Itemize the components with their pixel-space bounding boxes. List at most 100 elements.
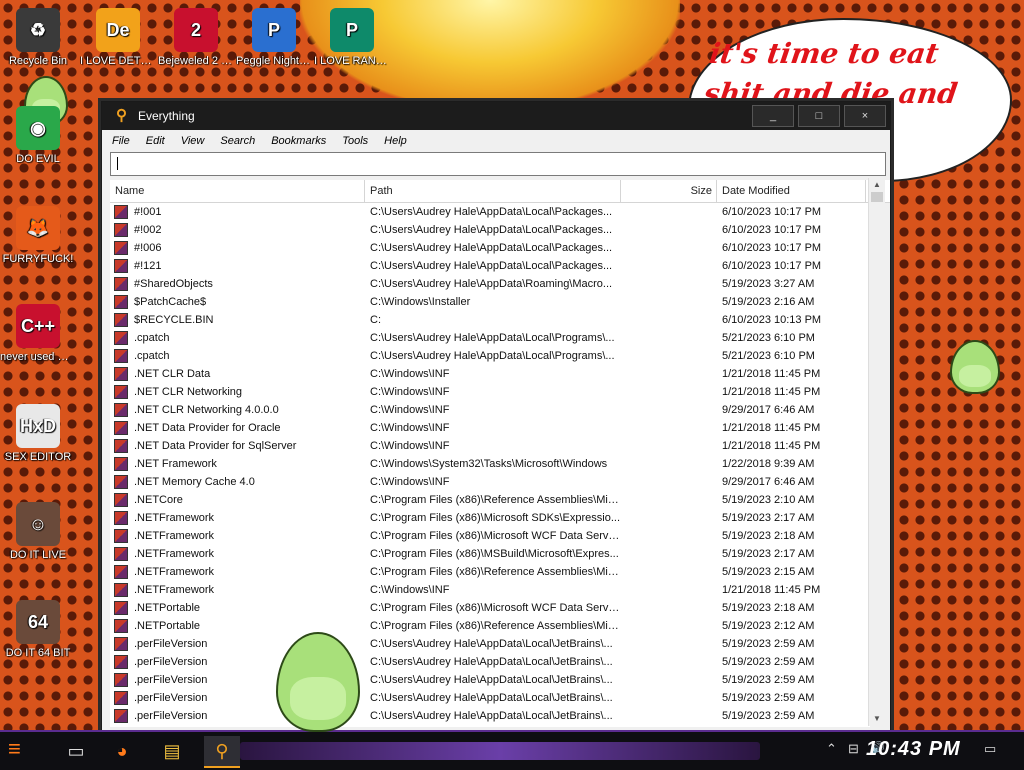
table-row[interactable]: .NET CLR Networking C:\Windows\INF 1/21/20…: [110, 383, 870, 401]
column-size[interactable]: Size: [621, 180, 717, 202]
desktop-icon[interactable]: ☺ DO IT LIVE: [0, 502, 76, 562]
table-row[interactable]: .NET CLR Data C:\Windows\INF 1/21/2018 11:…: [110, 365, 870, 383]
table-row[interactable]: #!006 C:\Users\Audrey Hale\AppData\Local\…: [110, 239, 870, 257]
folder-icon: [114, 673, 128, 687]
table-row[interactable]: .perFileVersion C:\Users\Audrey Hale\AppD…: [110, 707, 870, 725]
table-row[interactable]: .NET Data Provider for Oracle C:\Windows\…: [110, 419, 870, 437]
desktop-icon[interactable]: HxD SEX EDITOR: [0, 404, 76, 464]
search-input[interactable]: [110, 152, 886, 176]
row-name: .perFileVersion: [134, 656, 208, 668]
row-path: C:\Users\Audrey Hale\AppData\Local\JetBr…: [370, 710, 613, 722]
row-name: .cpatch: [134, 332, 170, 344]
table-row[interactable]: .NETPortable C:\Program Files (x86)\Micro…: [110, 599, 870, 617]
table-row[interactable]: .NETFramework C:\Windows\INF 1/21/2018 11:…: [110, 581, 870, 599]
table-row[interactable]: .NET Framework C:\Windows\System32\Tasks\…: [110, 455, 870, 473]
column-date-modified[interactable]: Date Modified: [717, 180, 866, 202]
notifications-icon[interactable]: ▭: [984, 741, 996, 757]
table-row[interactable]: .NET CLR Networking 4.0.0.0 C:\Windows\IN…: [110, 401, 870, 419]
table-row[interactable]: .cpatch C:\Users\Audrey Hale\AppData\Loca…: [110, 347, 870, 365]
folder-icon: [114, 475, 128, 489]
row-date: 6/10/2023 10:13 PM: [722, 314, 822, 326]
table-row[interactable]: .perFileVersion C:\Users\Audrey Hale\AppD…: [110, 671, 870, 689]
vertical-scrollbar[interactable]: ▲ ▼: [868, 178, 885, 726]
table-row[interactable]: #!002 C:\Users\Audrey Hale\AppData\Local\…: [110, 221, 870, 239]
desktop-icon[interactable]: 64 DO IT 64 BIT: [0, 600, 76, 660]
folder-icon: [114, 349, 128, 363]
table-row[interactable]: .perFileVersion C:\Users\Audrey Hale\AppD…: [110, 635, 870, 653]
row-path: C:\Program Files (x86)\Microsoft WCF Dat…: [370, 602, 621, 614]
table-row[interactable]: #SharedObjects C:\Users\Audrey Hale\AppDa…: [110, 275, 870, 293]
row-name: .NETPortable: [134, 602, 201, 614]
table-row[interactable]: .NET Memory Cache 4.0 C:\Windows\INF 9/29/…: [110, 473, 870, 491]
menu-help[interactable]: Help: [382, 133, 409, 149]
table-row[interactable]: .NETFramework C:\Program Files (x86)\Refe…: [110, 563, 870, 581]
row-date: 5/19/2023 3:27 AM: [722, 278, 815, 290]
chevron-up-icon[interactable]: ⌃: [826, 741, 837, 757]
menu-search[interactable]: Search: [218, 133, 257, 149]
everything-search-icon[interactable]: ⚲: [204, 736, 240, 768]
folder-icon: [114, 709, 128, 723]
row-size: [621, 599, 717, 617]
table-row[interactable]: #!121 C:\Users\Audrey Hale\AppData\Local\…: [110, 257, 870, 275]
row-date: 5/19/2023 2:17 AM: [722, 512, 815, 524]
row-date: 6/10/2023 10:17 PM: [722, 224, 822, 236]
network-icon[interactable]: ⊟: [848, 741, 859, 757]
row-path: C:\Program Files (x86)\Microsoft SDKs\Ex…: [370, 512, 621, 524]
desktop-icon[interactable]: C++ never used why is it ...: [0, 304, 76, 364]
row-size: [621, 437, 717, 455]
start-button[interactable]: ≡: [8, 736, 38, 764]
table-row[interactable]: .NETPortable C:\Program Files (x86)\Refer…: [110, 617, 870, 635]
scroll-down-icon[interactable]: ▼: [869, 712, 885, 726]
menu-view[interactable]: View: [179, 133, 207, 149]
menu-file[interactable]: File: [110, 133, 132, 149]
desktop-icon[interactable]: De I LOVE DETECTING...: [80, 8, 156, 68]
clock[interactable]: 10:43 PM: [866, 738, 961, 761]
desktop-icon[interactable]: P I LOVE RANSOMWARE: [314, 8, 390, 68]
row-path: C:\Windows\INF: [370, 404, 450, 416]
minimize-button[interactable]: _: [752, 105, 794, 127]
row-size: [621, 563, 717, 581]
folder-icon: [114, 691, 128, 705]
menu-tools[interactable]: Tools: [340, 133, 370, 149]
table-row[interactable]: .NETCore C:\Program Files (x86)\Reference…: [110, 491, 870, 509]
table-row[interactable]: .NETFramework C:\Program Files (x86)\Micr…: [110, 527, 870, 545]
folder-icon: [114, 457, 128, 471]
menu-edit[interactable]: Edit: [144, 133, 167, 149]
row-name: #SharedObjects: [134, 278, 213, 290]
results-list[interactable]: #!001 C:\Users\Audrey Hale\AppData\Local\…: [110, 203, 870, 727]
desktop-icon[interactable]: 🦊 FURRYFUCK!: [0, 206, 76, 266]
row-path: C:\Program Files (x86)\MSBuild\Microsoft…: [370, 548, 619, 560]
scroll-up-icon[interactable]: ▲: [869, 178, 885, 192]
column-name[interactable]: Name: [110, 180, 365, 202]
table-row[interactable]: #!001 C:\Users\Audrey Hale\AppData\Local\…: [110, 203, 870, 221]
row-date: 1/22/2018 9:39 AM: [722, 458, 815, 470]
maximize-button[interactable]: □: [798, 105, 840, 127]
row-size: [621, 419, 717, 437]
table-row[interactable]: .NETFramework C:\Program Files (x86)\MSBu…: [110, 545, 870, 563]
row-size: [621, 203, 717, 221]
desktop-icon[interactable]: 2 Bejeweled 2 Deluxe: [158, 8, 234, 68]
blank-document-icon[interactable]: ▭: [60, 736, 92, 766]
title-bar[interactable]: ⚲ Everything _ □ ×: [102, 102, 890, 130]
scroll-thumb[interactable]: [871, 192, 883, 202]
firefox-icon[interactable]: ◕: [106, 736, 138, 766]
table-row[interactable]: .NET Data Provider for SqlServer C:\Windo…: [110, 437, 870, 455]
table-row[interactable]: .perFileVersion C:\Users\Audrey Hale\AppD…: [110, 689, 870, 707]
table-row[interactable]: .perFileVersion C:\Users\Audrey Hale\AppD…: [110, 653, 870, 671]
desktop-icon[interactable]: ◉ DO EVIL: [0, 106, 76, 166]
row-path: C:\Users\Audrey Hale\AppData\Local\JetBr…: [370, 638, 613, 650]
column-path[interactable]: Path: [365, 180, 621, 202]
row-path: C:\Windows\INF: [370, 584, 450, 596]
folder-icon: [114, 295, 128, 309]
desktop-icon-image: HxD: [16, 404, 60, 448]
desktop-icon[interactable]: ♻ Recycle Bin: [0, 8, 76, 68]
menu-bookmarks[interactable]: Bookmarks: [269, 133, 328, 149]
file-explorer-icon[interactable]: ▤: [156, 736, 188, 766]
table-row[interactable]: $RECYCLE.BIN C: 6/10/2023 10:13 PM: [110, 311, 870, 329]
desktop-icon[interactable]: P Peggle Nights Deluxe: [236, 8, 312, 68]
desktop-icon-image: C++: [16, 304, 60, 348]
table-row[interactable]: $PatchCache$ C:\Windows\Installer 5/19/202…: [110, 293, 870, 311]
table-row[interactable]: .NETFramework C:\Program Files (x86)\Micr…: [110, 509, 870, 527]
table-row[interactable]: .cpatch C:\Users\Audrey Hale\AppData\Loca…: [110, 329, 870, 347]
close-button[interactable]: ×: [844, 105, 886, 127]
